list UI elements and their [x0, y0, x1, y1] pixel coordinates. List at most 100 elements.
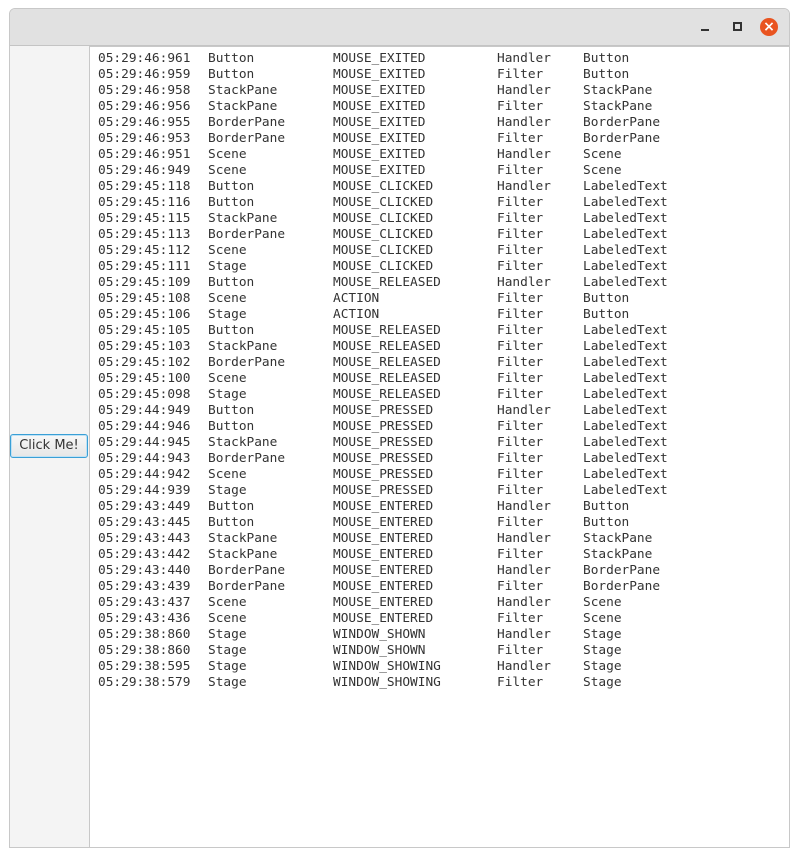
minimize-icon[interactable] — [696, 18, 714, 36]
log-target: LabeledText — [583, 451, 668, 466]
log-event-type: MOUSE_PRESSED — [333, 419, 434, 434]
left-pane: Click Me! — [10, 46, 89, 847]
log-target: LabeledText — [583, 467, 668, 482]
log-phase: Handler — [497, 531, 551, 546]
log-event-type: WINDOW_SHOWN — [333, 643, 426, 658]
log-event-type: MOUSE_PRESSED — [333, 451, 434, 466]
log-phase: Filter — [497, 339, 544, 354]
log-phase: Filter — [497, 467, 544, 482]
log-target: Button — [583, 499, 630, 514]
log-source: StackPane — [208, 531, 278, 546]
log-source: BorderPane — [208, 355, 286, 370]
log-source: Scene — [208, 467, 247, 482]
log-source: StackPane — [208, 83, 278, 98]
log-event-type: MOUSE_RELEASED — [333, 275, 441, 290]
log-time: 05:29:43:436 — [98, 611, 191, 626]
log-time: 05:29:43:442 — [98, 547, 191, 562]
log-source: StackPane — [208, 547, 278, 562]
log-event-type: MOUSE_ENTERED — [333, 579, 434, 594]
log-phase: Filter — [497, 211, 544, 226]
log-source: StackPane — [208, 211, 278, 226]
log-event-type: MOUSE_ENTERED — [333, 595, 434, 610]
log-target: LabeledText — [583, 339, 668, 354]
log-phase: Filter — [497, 291, 544, 306]
log-target: LabeledText — [583, 355, 668, 370]
log-target: Scene — [583, 595, 622, 610]
log-target: StackPane — [583, 83, 653, 98]
log-event-type: MOUSE_EXITED — [333, 83, 426, 98]
log-phase: Filter — [497, 451, 544, 466]
log-phase: Handler — [497, 595, 551, 610]
log-target: Button — [583, 67, 630, 82]
log-target: LabeledText — [583, 211, 668, 226]
log-phase: Filter — [497, 163, 544, 178]
log-event-type: MOUSE_CLICKED — [333, 211, 434, 226]
title-bar[interactable]: × — [10, 9, 789, 46]
log-source: BorderPane — [208, 131, 286, 146]
log-source: Scene — [208, 291, 247, 306]
log-source: BorderPane — [208, 227, 286, 242]
log-time: 05:29:46:959 — [98, 67, 191, 82]
log-source: StackPane — [208, 339, 278, 354]
log-target: LabeledText — [583, 179, 668, 194]
log-phase: Handler — [497, 499, 551, 514]
log-time: 05:29:45:118 — [98, 179, 191, 194]
log-source: Button — [208, 67, 255, 82]
click-me-button[interactable]: Click Me! — [10, 434, 88, 458]
log-source: BorderPane — [208, 579, 286, 594]
log-phase: Filter — [497, 643, 544, 658]
log-source: Stage — [208, 307, 247, 322]
log-target: BorderPane — [583, 131, 661, 146]
log-time: 05:29:38:595 — [98, 659, 191, 674]
log-time: 05:29:45:108 — [98, 291, 191, 306]
log-source: Button — [208, 195, 255, 210]
log-target: Scene — [583, 147, 622, 162]
log-phase: Handler — [497, 179, 551, 194]
log-phase: Filter — [497, 419, 544, 434]
log-time: 05:29:38:860 — [98, 643, 191, 658]
log-source: Scene — [208, 595, 247, 610]
log-source: Button — [208, 403, 255, 418]
log-target: BorderPane — [583, 579, 661, 594]
maximize-icon[interactable] — [728, 18, 746, 36]
log-phase: Handler — [497, 627, 551, 642]
log-target: LabeledText — [583, 483, 668, 498]
log-source: Stage — [208, 259, 247, 274]
log-event-type: MOUSE_PRESSED — [333, 483, 434, 498]
log-target: StackPane — [583, 99, 653, 114]
log-phase: Filter — [497, 67, 544, 82]
log-phase: Filter — [497, 355, 544, 370]
log-time: 05:29:45:109 — [98, 275, 191, 290]
log-event-type: MOUSE_RELEASED — [333, 339, 441, 354]
log-time: 05:29:44:946 — [98, 419, 191, 434]
log-event-type: MOUSE_RELEASED — [333, 355, 441, 370]
log-time: 05:29:46:951 — [98, 147, 191, 162]
log-time: 05:29:45:116 — [98, 195, 191, 210]
log-source: StackPane — [208, 99, 278, 114]
log-source: Stage — [208, 643, 247, 658]
log-phase: Filter — [497, 387, 544, 402]
event-log-textarea[interactable]: 05:29:46:961 Button MOUSE_EXITED Handler But… — [89, 46, 789, 847]
log-time: 05:29:46:949 — [98, 163, 191, 178]
log-time: 05:29:45:106 — [98, 307, 191, 322]
log-phase: Handler — [497, 563, 551, 578]
log-source: Button — [208, 323, 255, 338]
log-phase: Filter — [497, 227, 544, 242]
log-phase: Filter — [497, 611, 544, 626]
log-target: LabeledText — [583, 387, 668, 402]
log-target: Scene — [583, 163, 622, 178]
log-time: 05:29:45:100 — [98, 371, 191, 386]
log-time: 05:29:44:949 — [98, 403, 191, 418]
log-event-type: WINDOW_SHOWN — [333, 627, 426, 642]
log-time: 05:29:45:103 — [98, 339, 191, 354]
log-time: 05:29:43:440 — [98, 563, 191, 578]
close-icon[interactable]: × — [760, 18, 778, 36]
log-event-type: MOUSE_RELEASED — [333, 387, 441, 402]
log-phase: Filter — [497, 675, 544, 690]
log-phase: Filter — [497, 547, 544, 562]
log-phase: Filter — [497, 579, 544, 594]
log-target: LabeledText — [583, 259, 668, 274]
log-source: Stage — [208, 627, 247, 642]
log-phase: Filter — [497, 243, 544, 258]
log-event-type: MOUSE_ENTERED — [333, 547, 434, 562]
